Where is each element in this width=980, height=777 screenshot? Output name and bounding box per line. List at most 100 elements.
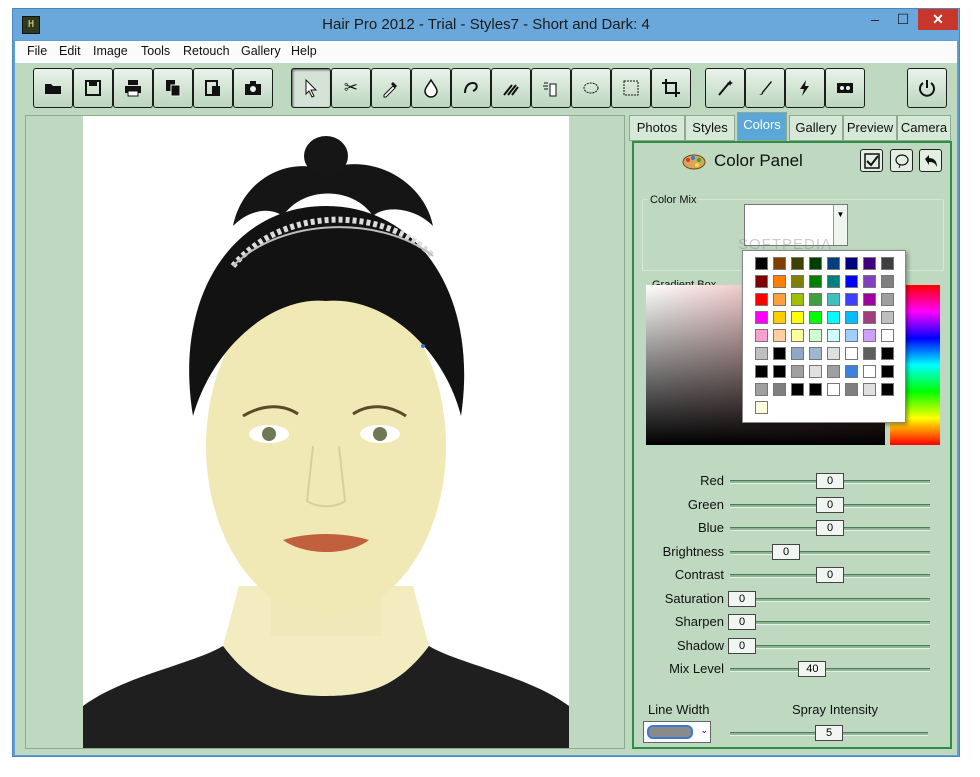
color-swatch[interactable] <box>809 311 822 324</box>
portrait-photo[interactable] <box>83 116 569 748</box>
slider-mix-level[interactable]: Mix Level 40 <box>634 659 950 679</box>
tab-styles[interactable]: Styles <box>685 115 735 141</box>
color-swatch[interactable] <box>827 311 840 324</box>
color-swatch[interactable] <box>827 347 840 360</box>
color-swatch[interactable] <box>881 347 894 360</box>
spray-intensity-slider[interactable]: 5 <box>634 723 950 743</box>
lasso-icon[interactable] <box>890 149 913 172</box>
color-swatch[interactable] <box>827 329 840 342</box>
color-swatch[interactable] <box>791 275 804 288</box>
tab-preview[interactable]: Preview <box>843 115 897 141</box>
color-swatch[interactable] <box>809 383 822 396</box>
color-swatch[interactable] <box>827 365 840 378</box>
color-swatch[interactable] <box>773 257 786 270</box>
menu-tools[interactable]: Tools <box>141 44 170 58</box>
color-swatch[interactable] <box>827 257 840 270</box>
print-icon[interactable] <box>113 68 153 108</box>
copy-icon[interactable] <box>153 68 193 108</box>
apply-check-icon[interactable] <box>860 149 883 172</box>
menu-image[interactable]: Image <box>93 44 128 58</box>
color-swatch[interactable] <box>773 275 786 288</box>
open-folder-icon[interactable] <box>33 68 73 108</box>
pointer-arrow-icon[interactable] <box>291 68 331 108</box>
color-swatch[interactable] <box>809 275 822 288</box>
slider-red[interactable]: Red 0 <box>634 471 950 491</box>
camera-icon[interactable] <box>233 68 273 108</box>
slider-track[interactable] <box>730 621 930 625</box>
color-swatch[interactable] <box>845 329 858 342</box>
slider-saturation[interactable]: Saturation 0 <box>634 589 950 609</box>
tab-gallery[interactable]: Gallery <box>789 115 843 141</box>
color-swatch[interactable] <box>881 257 894 270</box>
save-disk-icon[interactable] <box>73 68 113 108</box>
scissors-icon[interactable]: ✂ <box>331 68 371 108</box>
slider-thumb[interactable]: 0 <box>728 614 756 630</box>
color-swatch[interactable] <box>755 311 768 324</box>
color-swatch[interactable] <box>827 275 840 288</box>
color-swatch[interactable] <box>755 401 768 414</box>
slider-thumb[interactable]: 0 <box>772 543 800 560</box>
slider-green[interactable]: Green 0 <box>634 495 950 515</box>
color-swatch[interactable] <box>755 275 768 288</box>
color-swatch[interactable] <box>863 311 876 324</box>
menu-help[interactable]: Help <box>291 44 317 58</box>
slider-thumb[interactable]: 0 <box>816 520 844 536</box>
tab-photos[interactable]: Photos <box>629 115 685 141</box>
paint-brush-icon[interactable] <box>745 68 785 108</box>
power-icon[interactable] <box>907 68 947 108</box>
color-swatch[interactable] <box>863 275 876 288</box>
slider-brightness[interactable]: Brightness 0 <box>634 542 950 562</box>
color-swatch[interactable] <box>827 293 840 306</box>
color-swatch[interactable] <box>863 329 876 342</box>
color-swatch[interactable] <box>827 383 840 396</box>
slider-contrast[interactable]: Contrast 0 <box>634 565 950 585</box>
magic-wand-icon[interactable] <box>705 68 745 108</box>
color-swatch[interactable] <box>845 293 858 306</box>
color-swatch[interactable] <box>845 365 858 378</box>
color-swatch[interactable] <box>755 257 768 270</box>
slider-sharpen[interactable]: Sharpen 0 <box>634 612 950 632</box>
tape-icon[interactable] <box>825 68 865 108</box>
color-swatch[interactable] <box>755 293 768 306</box>
slider-track[interactable] <box>730 597 930 602</box>
slider-thumb[interactable]: 5 <box>815 725 843 741</box>
color-swatch[interactable] <box>863 365 876 378</box>
color-swatch[interactable] <box>755 347 768 360</box>
color-swatch[interactable] <box>845 275 858 288</box>
color-swatch[interactable] <box>791 293 804 306</box>
color-swatch[interactable] <box>755 383 768 396</box>
color-swatch[interactable] <box>773 383 786 396</box>
menu-edit[interactable]: Edit <box>59 44 81 58</box>
spray-icon[interactable] <box>531 68 571 108</box>
color-swatch[interactable] <box>791 311 804 324</box>
chevron-down-icon[interactable]: ▼ <box>833 205 847 245</box>
color-swatch[interactable] <box>791 383 804 396</box>
photo-canvas[interactable] <box>25 115 625 749</box>
minimize-button[interactable]: ‒ <box>861 9 889 30</box>
undo-icon[interactable] <box>919 149 942 172</box>
lightning-icon[interactable] <box>785 68 825 108</box>
color-swatch[interactable] <box>773 311 786 324</box>
color-swatch[interactable] <box>809 329 822 342</box>
slider-thumb[interactable]: 0 <box>816 567 844 583</box>
close-button[interactable]: ✕ <box>918 9 958 30</box>
color-swatch[interactable] <box>881 365 894 378</box>
slider-thumb[interactable]: 40 <box>798 661 827 677</box>
color-swatch[interactable] <box>791 257 804 270</box>
color-swatch[interactable] <box>845 383 858 396</box>
color-swatch[interactable] <box>845 257 858 270</box>
color-swatch[interactable] <box>773 293 786 306</box>
crop-icon[interactable] <box>651 68 691 108</box>
color-swatch[interactable] <box>791 329 804 342</box>
slider-thumb[interactable]: 0 <box>728 637 756 654</box>
slider-thumb[interactable]: 0 <box>728 590 756 607</box>
slider-track[interactable] <box>730 550 930 555</box>
color-swatch[interactable] <box>845 347 858 360</box>
color-swatch[interactable] <box>809 365 822 378</box>
eyedropper-icon[interactable] <box>371 68 411 108</box>
drop-icon[interactable] <box>411 68 451 108</box>
color-swatch[interactable] <box>881 329 894 342</box>
menu-file[interactable]: File <box>27 44 47 58</box>
rect-select-icon[interactable] <box>611 68 651 108</box>
color-swatch[interactable] <box>881 293 894 306</box>
